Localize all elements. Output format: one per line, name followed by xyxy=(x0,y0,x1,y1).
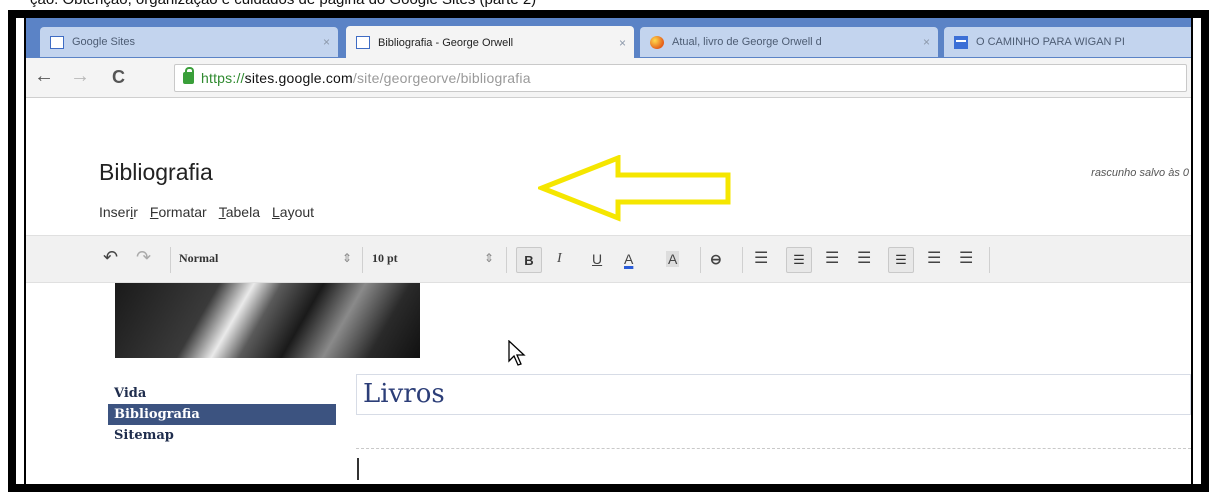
bold-button[interactable]: B xyxy=(516,247,542,273)
url-text: https://sites.google.com/site/georgeorve… xyxy=(201,70,531,86)
link-icon[interactable]: ⊖ xyxy=(710,251,722,268)
menu-inserir[interactable]: Inserir xyxy=(99,204,138,220)
content-title-field[interactable]: Livros xyxy=(356,374,1191,415)
underline-button[interactable]: U xyxy=(592,251,602,267)
paragraph-style-select[interactable]: Normal xyxy=(179,251,218,266)
font-size-select[interactable]: 10 pt xyxy=(372,251,398,266)
sidebar-item-sitemap[interactable]: Sitemap xyxy=(108,425,336,446)
bulleted-list-icon[interactable]: ☰ xyxy=(786,247,812,273)
tab-label: Bibliografia - George Orwell xyxy=(378,36,514,49)
sidebar-item-bibliografia[interactable]: Bibliografia xyxy=(108,404,336,425)
site-sidebar-nav: Vida Bibliografia Sitemap xyxy=(108,383,336,446)
close-tab-icon[interactable]: × xyxy=(619,36,626,50)
browser-window: Google Sites × Bibliografia - George Orw… xyxy=(24,18,1193,484)
mouse-cursor-icon xyxy=(508,340,526,366)
doc-icon xyxy=(954,35,968,49)
tab-label: O CAMINHO PARA WIGAN PI xyxy=(976,36,1125,48)
tab-label: Google Sites xyxy=(72,36,135,48)
tab-label: Atual, livro de George Orwell d xyxy=(672,36,822,48)
close-tab-icon[interactable]: × xyxy=(323,35,330,49)
close-tab-icon[interactable]: × xyxy=(923,35,930,49)
google-sites-icon xyxy=(356,36,370,49)
menu-tabela[interactable]: Tabela xyxy=(219,204,260,220)
sidebar-item-vida[interactable]: Vida xyxy=(108,383,336,404)
decrease-indent-icon[interactable]: ☰ xyxy=(825,248,839,268)
forward-icon[interactable]: → xyxy=(70,65,90,88)
align-right-icon[interactable]: ☰ xyxy=(959,248,973,268)
screen-frame: Google Sites × Bibliografia - George Orw… xyxy=(8,10,1209,492)
video-caption: ção. Obtenção, organização e cuidados de… xyxy=(30,0,536,8)
redo-icon[interactable]: ↷ xyxy=(136,247,151,268)
text-color-button[interactable]: A xyxy=(624,251,633,267)
undo-icon[interactable]: ↶ xyxy=(103,247,118,268)
tab-atual-livro[interactable]: Atual, livro de George Orwell d × xyxy=(640,27,938,57)
back-icon[interactable]: ← xyxy=(34,65,54,88)
style-dropdown-icon[interactable]: ⇕ xyxy=(342,251,352,265)
align-center-icon[interactable]: ☰ xyxy=(927,248,941,268)
highlight-color-button[interactable]: A xyxy=(666,251,680,267)
address-bar[interactable]: https://sites.google.com/site/georgeorve… xyxy=(174,64,1187,92)
menu-layout[interactable]: Layout xyxy=(272,204,314,220)
google-sites-icon xyxy=(50,35,64,49)
reload-icon[interactable]: C xyxy=(112,67,125,88)
text-caret xyxy=(357,458,359,480)
content-divider xyxy=(356,448,1191,449)
size-dropdown-icon[interactable]: ⇕ xyxy=(484,251,494,265)
numbered-list-icon[interactable]: ☰ xyxy=(754,248,768,268)
header-photo xyxy=(115,283,420,358)
menu-formatar[interactable]: Formatar xyxy=(150,204,207,220)
tab-caminho-wigan[interactable]: O CAMINHO PARA WIGAN PI xyxy=(944,27,1191,57)
align-left-icon[interactable]: ☰ xyxy=(888,247,914,273)
tab-bibliografia[interactable]: Bibliografia - George Orwell × xyxy=(346,26,634,59)
content-title: Livros xyxy=(363,379,445,409)
browser-toolbar: ← → C https://sites.google.com/site/geor… xyxy=(26,58,1191,98)
editor-toolbar: ↶ ↷ Normal ⇕ 10 pt ⇕ B I U A A ⊖ ☰ ☰ ☰ ☰… xyxy=(26,235,1191,283)
editor-menubar: Inserir Formatar Tabela Layout xyxy=(99,204,314,220)
globe-icon xyxy=(650,35,664,49)
draft-saved-status: rascunho salvo às 0 xyxy=(1091,167,1189,179)
annotation-arrow-icon xyxy=(538,155,731,222)
page-title: Bibliografia xyxy=(99,159,213,185)
increase-indent-icon[interactable]: ☰ xyxy=(857,248,871,268)
lock-icon xyxy=(183,67,194,84)
italic-button[interactable]: I xyxy=(557,251,562,267)
tab-google-sites[interactable]: Google Sites × xyxy=(40,27,338,57)
